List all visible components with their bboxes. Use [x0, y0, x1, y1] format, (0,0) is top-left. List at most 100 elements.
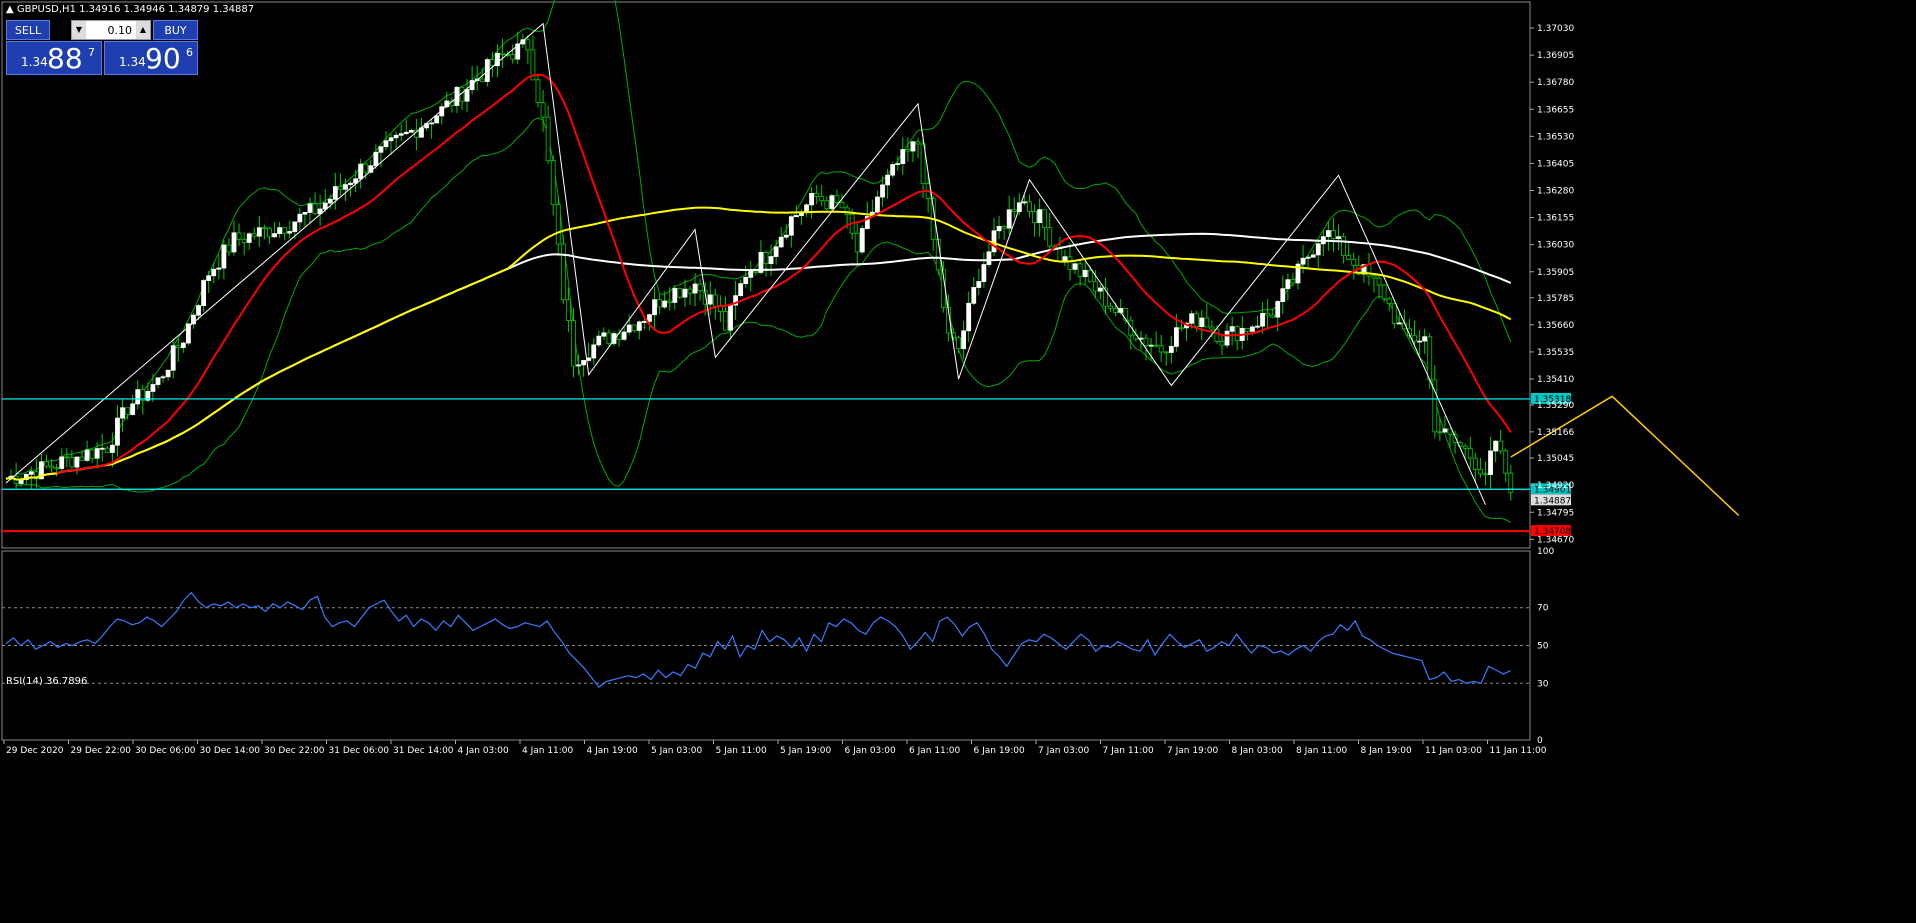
time-tick-label: 11 Jan 03:00 [1425, 746, 1482, 756]
candle-body [1310, 254, 1316, 258]
candle-body [1412, 335, 1417, 342]
candle-body [976, 281, 982, 288]
candle-body [1422, 336, 1428, 342]
candle-body [652, 299, 657, 316]
bollinger-lower [16, 117, 1512, 524]
candle-body [966, 302, 972, 332]
candle-body [261, 227, 267, 230]
candle-body [1022, 201, 1027, 204]
candle-body [429, 122, 435, 125]
candle-body [94, 448, 100, 459]
sell-button[interactable]: SELL [6, 20, 50, 40]
candle-body [1467, 447, 1473, 459]
sell-quote[interactable]: 1.34 88 7 [6, 41, 102, 75]
candle-body [1047, 227, 1053, 247]
candle-body [753, 270, 759, 273]
candle-body [545, 116, 551, 162]
candle-body [687, 288, 693, 294]
candle-body [510, 54, 516, 60]
time-tick-label: 30 Dec 14:00 [200, 746, 261, 756]
candle-body [1092, 281, 1098, 292]
candle-body [1371, 275, 1377, 279]
candle-body [1077, 263, 1083, 278]
candle-body [1275, 301, 1281, 318]
candle-body [54, 467, 60, 470]
candle-body [1082, 269, 1088, 278]
candle-body [1148, 344, 1154, 347]
candle-body [155, 377, 161, 385]
candle-body [211, 268, 217, 277]
candle-body [322, 202, 328, 210]
lot-size-input[interactable]: ▼ 0.10 ▲ [71, 20, 151, 40]
candle-body [783, 234, 789, 238]
candle-body [895, 163, 901, 166]
candle-body [900, 149, 906, 165]
candle-body [571, 320, 576, 367]
candle-body [1488, 450, 1493, 475]
candle-body [1417, 340, 1422, 343]
price-tick-label: 1.36905 [1537, 51, 1574, 61]
candle-body [961, 330, 966, 350]
price-tick-label: 1.35045 [1537, 454, 1574, 464]
time-tick-label: 31 Dec 06:00 [329, 746, 390, 756]
candle-body [1189, 313, 1194, 324]
candle-body [667, 300, 673, 303]
candle-body [59, 456, 65, 469]
candle-body [738, 283, 744, 297]
candle-body [1447, 428, 1453, 435]
candle-body [358, 163, 364, 180]
candle-body [1037, 209, 1042, 223]
lot-decrease-icon[interactable]: ▼ [72, 21, 86, 39]
candle-body [1265, 312, 1270, 316]
candle-body [343, 184, 348, 190]
candle-body [875, 196, 880, 213]
price-tick-label: 1.35290 [1537, 401, 1574, 411]
time-tick-label: 30 Dec 22:00 [264, 746, 325, 756]
candle-body [657, 299, 662, 308]
candle-body [408, 129, 414, 133]
price-tick-label: 1.36280 [1537, 187, 1574, 197]
candle-body [854, 232, 860, 253]
candle-body [697, 283, 703, 292]
candle-body [768, 256, 774, 265]
candle-body [1285, 279, 1291, 290]
price-tick-label: 1.35166 [1537, 428, 1574, 438]
candle-body [272, 233, 277, 238]
lot-increase-icon[interactable]: ▲ [136, 21, 150, 39]
buy-quote[interactable]: 1.34 90 6 [104, 41, 198, 75]
price-tick-label: 1.35785 [1537, 294, 1574, 304]
price-level-label: 1.34887 [1534, 496, 1571, 506]
time-tick-label: 8 Jan 19:00 [1361, 746, 1413, 756]
candle-body [606, 332, 612, 344]
candle-body [981, 264, 987, 282]
candle-body [1478, 468, 1483, 475]
candle-body [601, 332, 607, 337]
candle-body [642, 321, 647, 323]
candle-body [1396, 322, 1402, 325]
candle-body [160, 376, 166, 379]
candle-body [500, 52, 505, 55]
symbol-title: GBPUSD,H1 1.34916 1.34946 1.34879 1.3488… [16, 4, 255, 15]
candle-body [1032, 211, 1037, 223]
chart-frame [1, 1, 1531, 741]
buy-button[interactable]: BUY [153, 20, 198, 40]
time-tick-label: 4 Jan 11:00 [522, 746, 574, 756]
buy-price-sup: 6 [186, 46, 193, 59]
candle-body [64, 456, 70, 459]
price-tick-label: 1.36530 [1537, 132, 1574, 142]
candle-body [464, 89, 470, 102]
candle-body [682, 288, 688, 298]
candle-body [393, 134, 399, 139]
candle-body [794, 215, 799, 218]
chart-canvas[interactable]: 1.353181.349011.348871.347081.370301.369… [0, 0, 1916, 923]
price-tick-label: 1.37030 [1537, 24, 1574, 34]
lot-value: 0.10 [107, 24, 133, 37]
candle-body [1351, 259, 1357, 266]
collapse-arrow-icon[interactable]: ▲ [6, 4, 17, 15]
candle-body [1255, 325, 1260, 328]
time-tick-label: 29 Dec 2020 [6, 746, 64, 756]
candle-body [991, 230, 997, 253]
time-tick-label: 5 Jan 11:00 [716, 746, 768, 756]
candle-body [292, 221, 298, 232]
candle-body [819, 196, 825, 202]
